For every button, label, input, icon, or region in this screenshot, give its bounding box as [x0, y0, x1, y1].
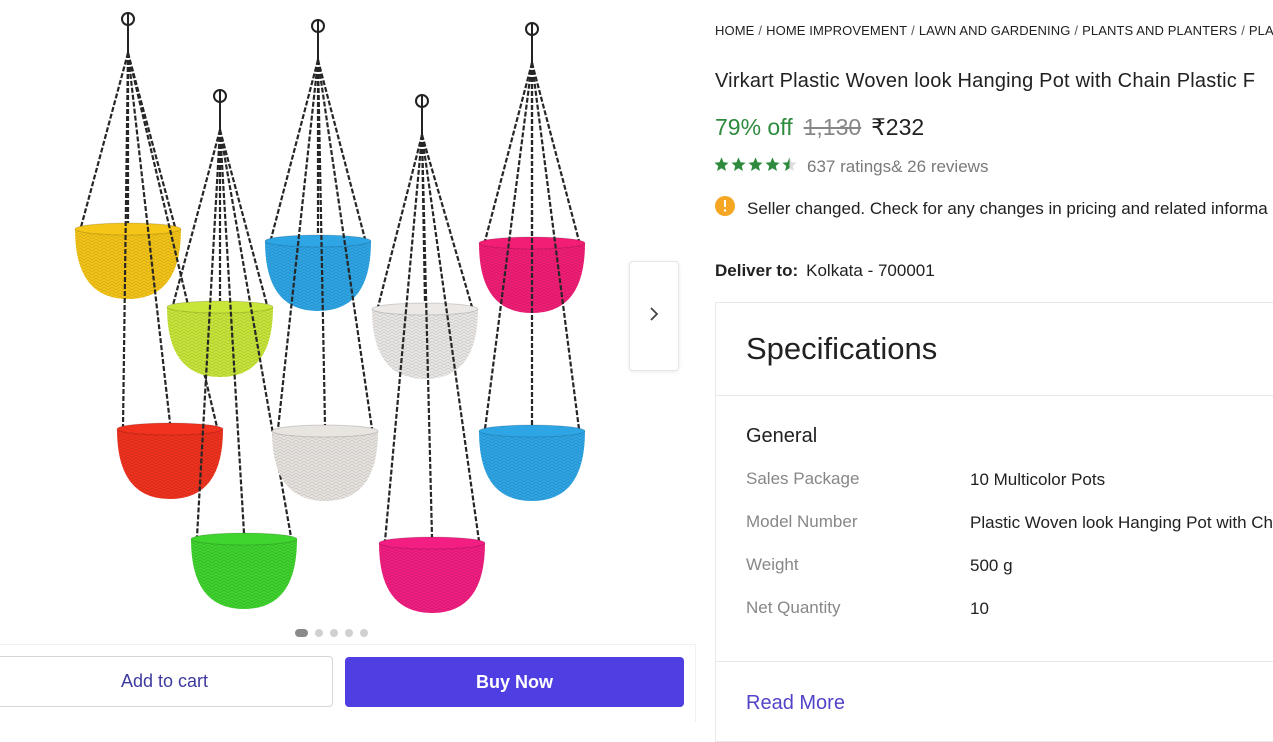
product-title: Virkart Plastic Woven look Hanging Pot w…: [715, 70, 1256, 92]
spec-key: Weight: [746, 555, 799, 574]
delivery-pincode[interactable]: Kolkata - 700001: [806, 261, 935, 280]
specifications-header: Specifications: [716, 303, 1273, 396]
next-image-button[interactable]: [629, 261, 679, 371]
star-half-icon: [781, 156, 798, 178]
add-to-cart-button[interactable]: Add to cart: [0, 656, 333, 707]
buy-now-button[interactable]: Buy Now: [345, 657, 684, 707]
price-row: 79% off 1,130 ₹232: [715, 114, 924, 141]
specifications-card: Specifications General Sales Package 10 …: [715, 302, 1273, 742]
pagination-dot[interactable]: [360, 629, 368, 637]
breadcrumb-lawn-and-gardening[interactable]: LAWN AND GARDENING: [919, 23, 1071, 38]
rating-summary: 637 ratings & 26 reviews: [713, 156, 988, 178]
chevron-right-icon: [649, 306, 659, 326]
original-price: 1,130: [803, 114, 862, 140]
breadcrumb-home-improvement[interactable]: HOME IMPROVEMENT: [766, 23, 907, 38]
divider: [695, 644, 696, 722]
info-icon: [715, 196, 735, 221]
divider: [0, 644, 696, 645]
spec-key: Net Quantity: [746, 598, 841, 617]
spec-row-net-quantity: Net Quantity 10: [746, 598, 1273, 620]
notice-text: Seller changed. Check for any changes in…: [747, 198, 1268, 218]
star-icon: [713, 156, 730, 178]
star-icon: [730, 156, 747, 178]
reviews-count[interactable]: & 26 reviews: [891, 157, 988, 177]
pagination-dot[interactable]: [295, 629, 308, 637]
breadcrumb-home[interactable]: HOME: [715, 23, 754, 38]
pagination-dot[interactable]: [330, 629, 338, 637]
selling-price: ₹232: [871, 114, 925, 140]
image-pagination: [295, 629, 368, 637]
product-gallery: Add to cart Buy Now: [0, 0, 700, 722]
star-icon: [747, 156, 764, 178]
spec-key: Model Number: [746, 512, 858, 531]
spec-group-title: General: [746, 425, 818, 447]
pagination-dot[interactable]: [315, 629, 323, 637]
spec-row-model-number: Model Number Plastic Woven look Hanging …: [746, 512, 1273, 534]
breadcrumb-plant-containers[interactable]: PLANT C: [1249, 23, 1273, 38]
breadcrumb-plants-and-planters[interactable]: PLANTS AND PLANTERS: [1082, 23, 1237, 38]
seller-changed-notice: Seller changed. Check for any changes in…: [715, 196, 1268, 221]
star-icon: [764, 156, 781, 178]
divider: [716, 661, 1273, 662]
spec-row-weight: Weight 500 g: [746, 555, 1273, 577]
delivery-location: Deliver to: Kolkata - 700001: [715, 261, 935, 281]
pagination-dot[interactable]: [345, 629, 353, 637]
deliver-label: Deliver to:: [715, 261, 799, 280]
spec-row-sales-package: Sales Package 10 Multicolor Pots: [746, 469, 1273, 491]
breadcrumb: HOME / HOME IMPROVEMENT / LAWN AND GARDENING…: [715, 23, 1273, 38]
spec-value: 10 Multicolor Pots: [970, 470, 1106, 489]
product-image[interactable]: [60, 5, 620, 615]
specifications-title: Specifications: [746, 331, 938, 366]
spec-value: Plastic Woven look Hanging Pot with Ch: [970, 513, 1273, 532]
read-more-link[interactable]: Read More: [746, 692, 845, 715]
star-rating: [713, 156, 798, 178]
discount-percent: 79% off: [715, 114, 793, 140]
spec-key: Sales Package: [746, 469, 860, 488]
ratings-count[interactable]: 637 ratings: [807, 157, 891, 177]
spec-value: 500 g: [970, 556, 1013, 575]
spec-value: 10: [970, 599, 989, 618]
